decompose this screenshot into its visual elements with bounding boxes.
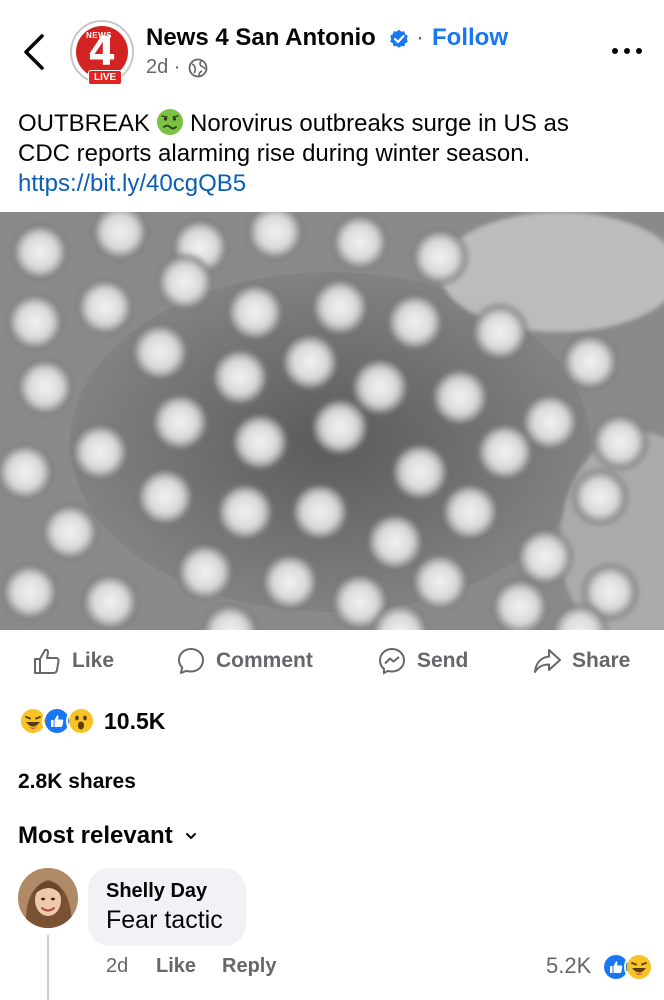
reaction-summary[interactable]: 10.5K — [18, 704, 165, 738]
send-label: Send — [417, 649, 469, 672]
virus-particle — [70, 422, 130, 482]
virus-particle — [40, 502, 100, 562]
comment-icon — [178, 648, 204, 674]
virus-particle — [290, 482, 350, 542]
separator-dot: · — [416, 24, 424, 51]
virus-particle — [390, 442, 450, 502]
back-button[interactable] — [18, 30, 52, 74]
virus-particle — [260, 552, 320, 612]
virus-particle — [410, 227, 470, 287]
virus-particle — [410, 552, 470, 612]
virus-particle — [0, 562, 60, 622]
comment-sort-dropdown[interactable]: Most relevant — [18, 822, 197, 850]
virus-particle — [560, 332, 620, 392]
virus-particle — [210, 347, 270, 407]
comment-label: Comment — [216, 649, 313, 672]
virus-particle — [590, 412, 650, 472]
virus-particle — [310, 277, 370, 337]
like-label: Like — [72, 649, 115, 672]
dot-icon — [612, 48, 618, 54]
follow-button[interactable]: Follow — [432, 24, 508, 52]
post-line-2: CDC reports alarming rise during winter … — [18, 140, 531, 167]
virus-particle — [225, 282, 285, 342]
virus-particle — [475, 422, 535, 482]
live-badge: LIVE — [88, 70, 123, 85]
virus-particle — [10, 222, 70, 282]
comment-text: Fear tactic — [106, 906, 223, 934]
comment-like-button[interactable]: Like — [156, 955, 196, 978]
comment-button[interactable]: Comment — [176, 644, 313, 678]
virus-particle — [310, 397, 370, 457]
logo-number: 4 — [88, 29, 116, 75]
post-timestamp[interactable]: 2d · — [146, 56, 180, 79]
virus-particle — [280, 332, 340, 392]
virus-particle — [470, 302, 530, 362]
thumbs-up-icon — [34, 648, 60, 674]
reaction-count: 10.5K — [104, 707, 166, 734]
post-text: OUTBREAK Norovirus outbreaks surge in US… — [18, 108, 648, 199]
page-name[interactable]: News 4 San Antonio — [146, 24, 376, 52]
post-line-1: OUTBREAK Norovirus outbreaks surge in US… — [18, 108, 648, 139]
share-arrow-icon — [534, 649, 561, 673]
haha-icon — [624, 952, 654, 982]
comment-reaction-count[interactable]: 5.2K — [546, 953, 591, 979]
virus-particle — [430, 367, 490, 427]
virus-particle — [230, 412, 290, 472]
comment-thread-line — [47, 935, 49, 1000]
share-label: Share — [572, 649, 631, 672]
virus-particle — [5, 292, 65, 352]
sort-label: Most relevant — [18, 822, 173, 849]
share-button[interactable]: Share — [532, 644, 630, 678]
post-headline: Norovirus outbreaks surge in US as — [190, 110, 569, 137]
virus-particle — [135, 467, 195, 527]
chevron-down-icon — [185, 833, 196, 839]
virus-particle — [365, 512, 425, 572]
dot-icon — [636, 48, 642, 54]
more-options-button[interactable] — [610, 32, 646, 56]
send-button[interactable]: Send — [377, 644, 468, 678]
chevron-left-icon — [24, 34, 44, 70]
virus-particle — [150, 392, 210, 452]
commenter-avatar[interactable] — [18, 868, 78, 928]
post-link[interactable]: https://bit.ly/40cgQB5 — [18, 169, 648, 199]
virus-particle — [385, 292, 445, 352]
commenter-photo — [18, 868, 78, 928]
comment-reply-button[interactable]: Reply — [222, 955, 276, 978]
nauseated-face-icon — [157, 109, 184, 135]
micrograph-image — [0, 212, 664, 630]
virus-particle — [330, 212, 390, 272]
virus-particle — [155, 252, 215, 312]
wow-icon — [66, 706, 96, 736]
dot-icon — [624, 48, 630, 54]
virus-particle — [130, 322, 190, 382]
share-count[interactable]: 2.8K shares — [18, 770, 136, 794]
virus-particle — [570, 467, 630, 527]
messenger-icon — [378, 647, 406, 675]
post-tag: OUTBREAK — [18, 110, 151, 137]
virus-particle — [75, 277, 135, 337]
comment-author[interactable]: Shelly Day — [106, 880, 207, 903]
verified-badge-icon — [390, 29, 408, 48]
post-image[interactable] — [0, 212, 664, 630]
virus-particle — [15, 357, 75, 417]
like-button[interactable]: Like — [32, 644, 114, 678]
virus-particle — [215, 482, 275, 542]
comment-timestamp[interactable]: 2d — [106, 955, 128, 978]
globe-icon — [188, 58, 208, 78]
virus-particle — [175, 542, 235, 602]
virus-particle — [440, 482, 500, 542]
virus-particle — [80, 572, 140, 630]
